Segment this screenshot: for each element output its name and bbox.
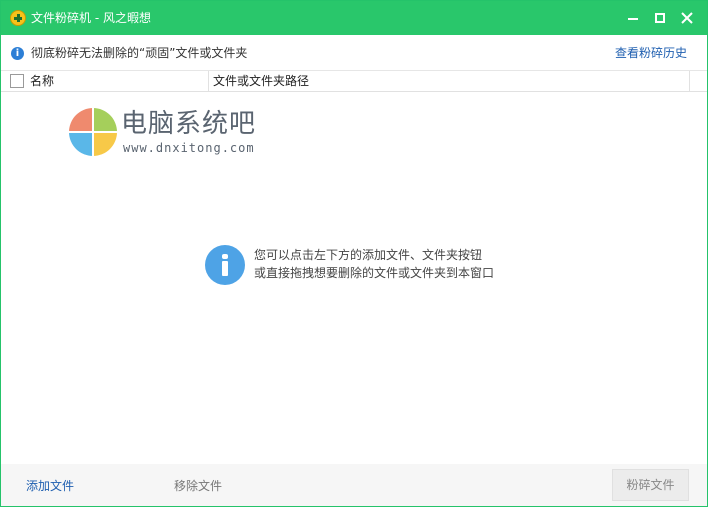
info-icon: i bbox=[11, 47, 24, 60]
empty-hint-line2: 或直接拖拽想要删除的文件或文件夹到本窗口 bbox=[254, 266, 495, 280]
info-message: 彻底粉碎无法删除的“顽固”文件或文件夹 bbox=[31, 46, 248, 60]
watermark-url: www.dnxitong.com bbox=[123, 141, 255, 155]
info-bar: i 彻底粉碎无法删除的“顽固”文件或文件夹 查看粉碎历史 bbox=[1, 35, 707, 71]
column-divider[interactable] bbox=[689, 71, 690, 92]
shred-file-button[interactable]: 粉碎文件 bbox=[612, 469, 689, 501]
remove-file-button[interactable]: 移除文件 bbox=[174, 478, 222, 494]
window-title: 文件粉碎机 - 风之暇想 bbox=[31, 11, 151, 25]
select-all-checkbox[interactable] bbox=[10, 74, 24, 88]
file-list-area[interactable]: 电脑系统吧 www.dnxitong.com 您可以点击左下方的添加文件、文件夹… bbox=[1, 92, 707, 464]
title-bar[interactable]: 文件粉碎机 - 风之暇想 bbox=[1, 1, 707, 35]
file-shredder-window: 文件粉碎机 - 风之暇想 i 彻底粉碎无法删除的“顽固”文件或文件夹 查看粉碎历… bbox=[0, 0, 708, 507]
column-header-name[interactable]: 名称 bbox=[30, 74, 54, 89]
table-header: 名称 文件或文件夹路径 bbox=[1, 71, 707, 92]
add-file-button[interactable]: 添加文件 bbox=[26, 478, 74, 494]
info-large-icon bbox=[205, 245, 245, 285]
footer-bar: 添加文件 移除文件 粉碎文件 bbox=[1, 464, 707, 506]
shredder-app-icon bbox=[10, 10, 26, 26]
view-history-link[interactable]: 查看粉碎历史 bbox=[615, 46, 687, 61]
maximize-button[interactable] bbox=[650, 8, 670, 28]
watermark: 电脑系统吧 www.dnxitong.com bbox=[69, 108, 269, 160]
close-button[interactable] bbox=[677, 8, 697, 28]
close-icon bbox=[681, 12, 693, 24]
minimize-icon bbox=[628, 18, 638, 20]
empty-hint-line1: 您可以点击左下方的添加文件、文件夹按钮 bbox=[254, 248, 483, 262]
column-header-path[interactable]: 文件或文件夹路径 bbox=[213, 74, 309, 89]
column-divider[interactable] bbox=[208, 71, 209, 92]
maximize-icon bbox=[655, 13, 665, 23]
watermark-logo-icon bbox=[69, 108, 117, 156]
watermark-title: 电脑系统吧 bbox=[121, 109, 257, 139]
minimize-button[interactable] bbox=[623, 8, 643, 28]
